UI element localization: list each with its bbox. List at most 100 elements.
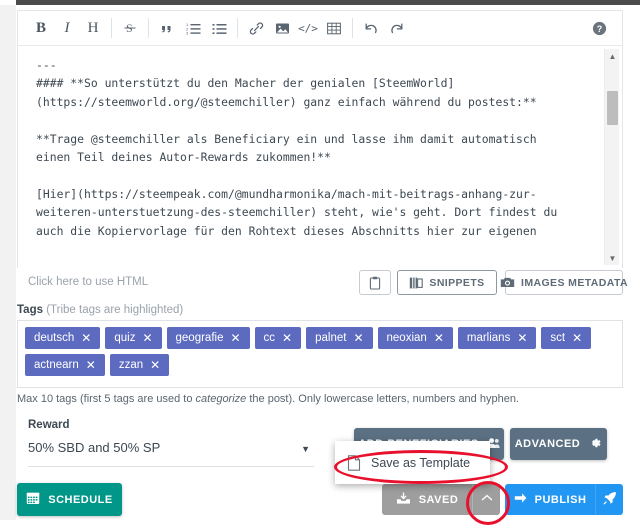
schedule-button[interactable]: SCHEDULE [17, 483, 122, 516]
editor-scrollbar[interactable]: ▲ ▼ [604, 49, 619, 265]
scroll-up-arrow[interactable]: ▲ [605, 49, 620, 63]
clipboard-icon [369, 276, 381, 290]
save-as-template-menu-item[interactable]: Save as Template [335, 441, 490, 484]
tag-label: geografie [175, 332, 224, 344]
toolbar-divider-2 [148, 18, 149, 38]
svg-text:3: 3 [186, 31, 189, 36]
reward-value: 50% SBD and 50% SP [28, 440, 161, 455]
tags-help-text: Max 10 tags (first 5 tags are used to ca… [17, 393, 519, 405]
ordered-list-icon[interactable]: 1 2 3 [180, 13, 206, 43]
tags-help-prefix: Max 10 tags (first 5 tags are used to [17, 393, 196, 405]
tag-remove-icon[interactable]: ✕ [142, 332, 152, 344]
saved-dropdown-caret[interactable] [472, 484, 500, 515]
tag-remove-icon[interactable]: ✕ [572, 332, 582, 344]
link-icon[interactable] [243, 13, 269, 43]
rocket-icon [603, 491, 617, 508]
table-icon[interactable] [321, 13, 347, 43]
tag-remove-icon[interactable]: ✕ [230, 332, 240, 344]
tag-label: neoxian [386, 332, 427, 344]
right-gutter [626, 5, 640, 520]
tag-label: marlians [466, 332, 511, 344]
blockquote-icon[interactable] [154, 13, 180, 43]
toolbar-divider-1 [111, 18, 112, 38]
camera-icon [500, 276, 515, 289]
tag-remove-icon[interactable]: ✕ [434, 332, 444, 344]
editor-body[interactable]: --- #### **So unterstützt du den Macher … [18, 46, 622, 268]
editor-content[interactable]: --- #### **So unterstützt du den Macher … [36, 56, 588, 240]
tag-remove-icon[interactable]: ✕ [81, 332, 91, 344]
tags-label-main: Tags [17, 304, 43, 316]
strikethrough-icon[interactable]: S [117, 13, 143, 43]
gear-icon [588, 436, 602, 453]
tag-label: zzan [118, 359, 144, 371]
advanced-label: ADVANCED [514, 438, 581, 450]
publish-rocket-button[interactable] [595, 484, 623, 515]
tag-chip[interactable]: marlians ✕ [457, 327, 537, 349]
chevron-up-icon [481, 494, 493, 505]
document-icon [347, 454, 361, 471]
unordered-list-icon[interactable] [206, 13, 232, 43]
schedule-label: SCHEDULE [48, 493, 113, 506]
use-html-link[interactable]: Click here to use HTML [28, 276, 148, 288]
code-icon[interactable]: </> [295, 13, 321, 43]
publish-label: PUBLISH [534, 493, 587, 506]
saved-button[interactable]: SAVED [382, 484, 472, 515]
image-icon[interactable] [269, 13, 295, 43]
tags-input-box[interactable]: deutsch ✕ quiz ✕ geografie ✕ cc ✕ palnet ✕ neoxian… [17, 320, 623, 388]
tag-list: deutsch ✕ quiz ✕ geografie ✕ cc ✕ palnet ✕ neoxian… [25, 327, 615, 376]
toolbar-divider-4 [352, 18, 353, 38]
tag-chip[interactable]: quiz ✕ [105, 327, 162, 349]
scroll-down-arrow[interactable]: ▼ [605, 251, 620, 265]
tag-remove-icon[interactable]: ✕ [282, 332, 292, 344]
tag-label: palnet [315, 332, 347, 344]
post-editor-page: B I H S 1 2 3 </> ? --- #### **So unters… [0, 0, 640, 525]
tag-chip[interactable]: neoxian ✕ [377, 327, 453, 349]
saved-dropdown-menu: Save as Template [335, 441, 490, 484]
calendar-icon [26, 491, 40, 508]
tag-chip[interactable]: deutsch ✕ [25, 327, 101, 349]
redo-icon[interactable] [384, 13, 410, 43]
snippets-label: SNIPPETS [429, 276, 485, 289]
tag-chip[interactable]: zzan ✕ [109, 354, 170, 376]
toolbar-divider-3 [237, 18, 238, 38]
tag-chip[interactable]: actnearn ✕ [25, 354, 105, 376]
publish-button[interactable]: PUBLISH [505, 484, 595, 515]
editor-toolbar: B I H S 1 2 3 </> ? [18, 11, 622, 46]
bold-icon[interactable]: B [28, 13, 54, 43]
tag-label: quiz [114, 332, 136, 344]
help-icon[interactable]: ? [586, 13, 612, 43]
editor-scrollbar-thumb[interactable] [607, 91, 618, 125]
tag-remove-icon[interactable]: ✕ [150, 359, 160, 371]
tag-chip[interactable]: sct ✕ [541, 327, 592, 349]
tag-remove-icon[interactable]: ✕ [353, 332, 363, 344]
left-gutter [0, 5, 16, 520]
undo-icon[interactable] [358, 13, 384, 43]
save-inbox-icon [396, 491, 411, 508]
tag-remove-icon[interactable]: ✕ [86, 359, 96, 371]
tag-label: cc [263, 332, 276, 344]
tag-label: sct [550, 332, 566, 344]
tags-help-italic: categorize [195, 393, 247, 405]
tag-chip[interactable]: cc ✕ [254, 327, 302, 349]
advanced-button[interactable]: ADVANCED [510, 428, 607, 460]
saved-label: SAVED [418, 493, 459, 506]
tags-help-suffix: the post). Only lowercase letters, numbe… [246, 393, 519, 405]
save-as-template-label: Save as Template [371, 455, 471, 470]
arrow-right-icon [514, 492, 527, 507]
snippets-button[interactable]: SNIPPETS [397, 270, 497, 295]
images-metadata-button[interactable]: IMAGES METADATA [500, 270, 628, 295]
heading-icon[interactable]: H [80, 13, 106, 43]
chevron-down-icon: ▼ [301, 444, 310, 454]
clipboard-button[interactable] [359, 270, 391, 295]
tag-chip[interactable]: palnet ✕ [306, 327, 373, 349]
tags-label-sub: (Tribe tags are highlighted) [46, 304, 184, 316]
reward-label: Reward [28, 419, 70, 431]
tags-section-label: Tags (Tribe tags are highlighted) [17, 304, 183, 316]
browser-top-strip [0, 0, 640, 5]
tag-remove-icon[interactable]: ✕ [517, 332, 527, 344]
reward-select[interactable]: 50% SBD and 50% SP ▼ [28, 440, 314, 467]
tag-label: actnearn [34, 359, 79, 371]
markdown-editor-card: B I H S 1 2 3 </> ? --- #### **So unters… [17, 10, 623, 268]
tag-chip[interactable]: geografie ✕ [166, 327, 250, 349]
italic-icon[interactable]: I [54, 13, 80, 43]
